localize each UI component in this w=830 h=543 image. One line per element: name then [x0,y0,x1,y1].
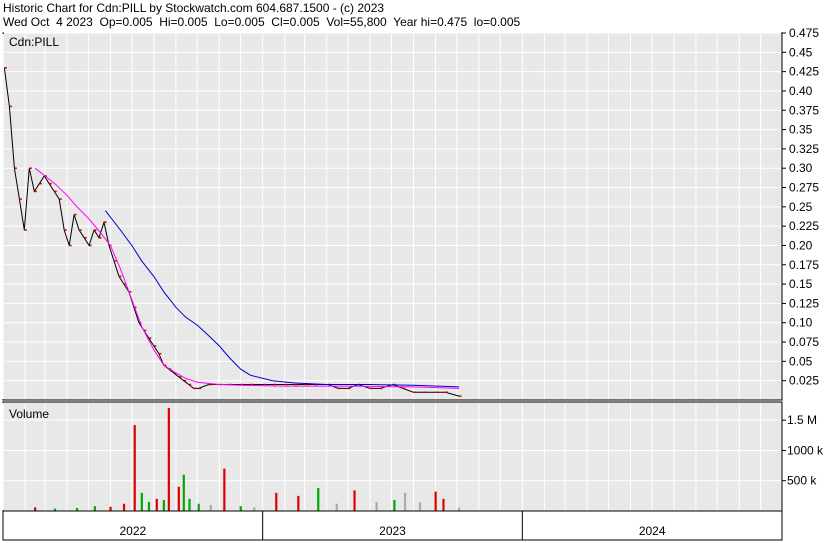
volume-bar [177,486,180,511]
chart-canvas: 0.025 0.05 0.075 0.10 0.125 0.15 0.175 0.20 0.22… [2,26,824,541]
volume-bar [393,500,396,511]
year-label: 2023 [379,524,406,538]
volume-axis-labels: 500 k 1000 k 1.5 M [782,413,824,488]
volume-plot-area [2,401,783,512]
price-tick-label: 0.125 [789,296,819,310]
volume-bar [297,495,300,511]
price-tick-label: 0.075 [789,335,819,349]
volume-bar [353,490,356,511]
volume-bar [275,492,278,511]
price-tick-label: 0.375 [789,103,819,117]
year-label: 2024 [639,524,666,538]
price-tick-label: 0.35 [789,123,813,137]
volume-bar [155,498,158,511]
price-panel-title: Cdn:PILL [9,35,59,49]
price-tick-label: 0.175 [789,258,819,272]
volume-bar [403,492,407,511]
price-tick-label: 0.275 [789,181,819,195]
volume-bar [182,474,185,511]
volume-bar [133,425,136,511]
volume-bar [93,506,96,511]
volume-panel-title: Volume [9,407,49,421]
volume-bar [122,503,126,511]
price-tick-label: 0.225 [789,219,819,233]
price-tick-label: 0.20 [789,238,813,252]
volume-bar [375,501,378,511]
volume-bar [223,468,226,511]
price-axis-labels: 0.025 0.05 0.075 0.10 0.125 0.15 0.175 0.20 0.22… [782,26,819,388]
volume-bar [209,504,212,511]
volume-bar [109,506,112,511]
price-tick-label: 0.10 [789,316,813,330]
volume-bar [317,487,320,511]
volume-bar [147,501,151,511]
price-tick-label: 0.05 [789,354,813,368]
price-tick-label: 0.15 [789,277,813,291]
volume-bar [197,503,200,511]
price-tick-label: 0.40 [789,84,813,98]
price-tick-label: 0.25 [789,200,813,214]
price-tick-label: 0.325 [789,142,819,156]
volume-tick-label: 1000 k [787,443,824,457]
volume-bar [253,507,256,511]
price-tick-label: 0.30 [789,161,813,175]
volume-bar [442,498,445,511]
volume-bar [434,491,437,511]
volume-bar [239,506,242,511]
volume-bar [34,507,37,511]
volume-bar [458,507,461,511]
time-axis: 2022 2023 2024 [2,510,783,541]
volume-bar [140,492,143,511]
volume-bar [162,500,165,511]
price-tick-label: 0.425 [789,65,819,79]
stock-chart-window: Historic Chart for Cdn:PILL by Stockwatc… [0,0,830,543]
volume-bar [335,503,338,511]
year-label: 2022 [119,524,146,538]
volume-bar [167,408,170,511]
volume-bar [418,502,422,511]
price-tick-label: 0.475 [789,26,819,40]
volume-bar [188,498,191,511]
price-tick-label: 0.025 [789,374,819,388]
price-tick-label: 0.45 [789,45,813,59]
volume-tick-label: 1.5 M [787,413,817,427]
volume-tick-label: 500 k [787,474,817,488]
price-plot-area [2,32,783,401]
